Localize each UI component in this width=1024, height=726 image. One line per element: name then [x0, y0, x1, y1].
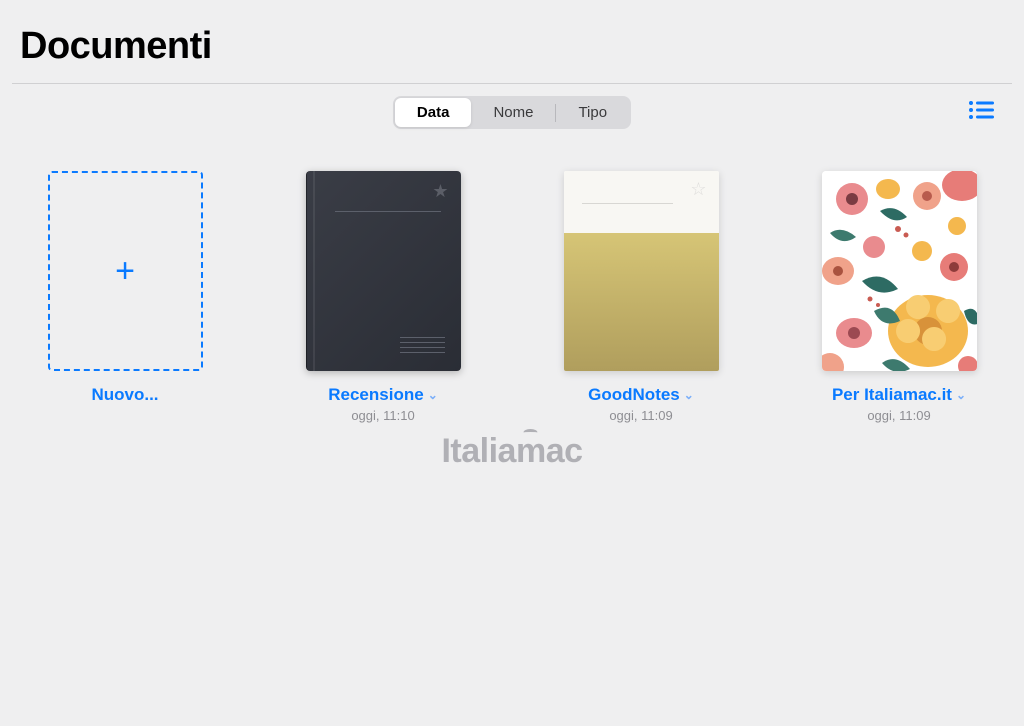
document-title: Per Italiamac.it: [832, 385, 952, 405]
page-title: Documenti: [20, 25, 1004, 68]
chevron-down-icon: ⌄: [684, 388, 694, 402]
document-title-dropdown[interactable]: Recensione ⌄: [328, 385, 438, 405]
document-thumbnail[interactable]: ★: [306, 171, 461, 371]
document-title: Recensione: [328, 385, 423, 405]
chevron-down-icon: ⌄: [428, 388, 438, 402]
document-date: oggi, 11:10: [351, 408, 414, 423]
header: Documenti: [0, 0, 1024, 83]
document-date: oggi, 11:09: [867, 408, 930, 423]
document-item-italiamac: Per Italiamac.it ⌄ oggi, 11:09: [814, 171, 984, 423]
new-document-item: + Nuovo...: [40, 171, 210, 423]
document-thumbnail[interactable]: [822, 171, 977, 371]
document-title-dropdown[interactable]: GoodNotes ⌄: [588, 385, 694, 405]
sort-option-tipo[interactable]: Tipo: [556, 98, 629, 127]
notebook-line: [335, 211, 441, 212]
new-document-label[interactable]: Nuovo...: [91, 385, 158, 405]
list-view-toggle[interactable]: [968, 100, 994, 125]
star-icon: ★: [432, 181, 448, 202]
watermark: Italiamac: [441, 432, 582, 471]
documents-grid: + Nuovo... ★ Recensione ⌄ oggi, 11:10 ☆ …: [0, 141, 1024, 453]
chevron-down-icon: ⌄: [956, 388, 966, 402]
sort-option-data[interactable]: Data: [395, 98, 472, 127]
floral-cover: [822, 171, 977, 371]
sticky-header: ☆: [564, 171, 719, 233]
list-icon: [968, 100, 994, 120]
sort-segment-control[interactable]: Data Nome Tipo: [393, 96, 631, 129]
document-item-goodnotes: ☆ GoodNotes ⌄ oggi, 11:09: [556, 171, 726, 423]
sticky-body: [564, 233, 719, 371]
sort-option-nome[interactable]: Nome: [471, 98, 555, 127]
star-outline-icon: ☆: [690, 179, 706, 200]
document-title-dropdown[interactable]: Per Italiamac.it ⌄: [832, 385, 966, 405]
toolbar: Data Nome Tipo: [0, 84, 1024, 141]
notebook-lines: [400, 333, 445, 353]
document-date: oggi, 11:09: [609, 408, 672, 423]
document-title: GoodNotes: [588, 385, 680, 405]
new-document-button[interactable]: +: [48, 171, 203, 371]
document-thumbnail[interactable]: ☆: [564, 171, 719, 371]
document-item-recensione: ★ Recensione ⌄ oggi, 11:10: [298, 171, 468, 423]
plus-icon: +: [115, 252, 135, 291]
